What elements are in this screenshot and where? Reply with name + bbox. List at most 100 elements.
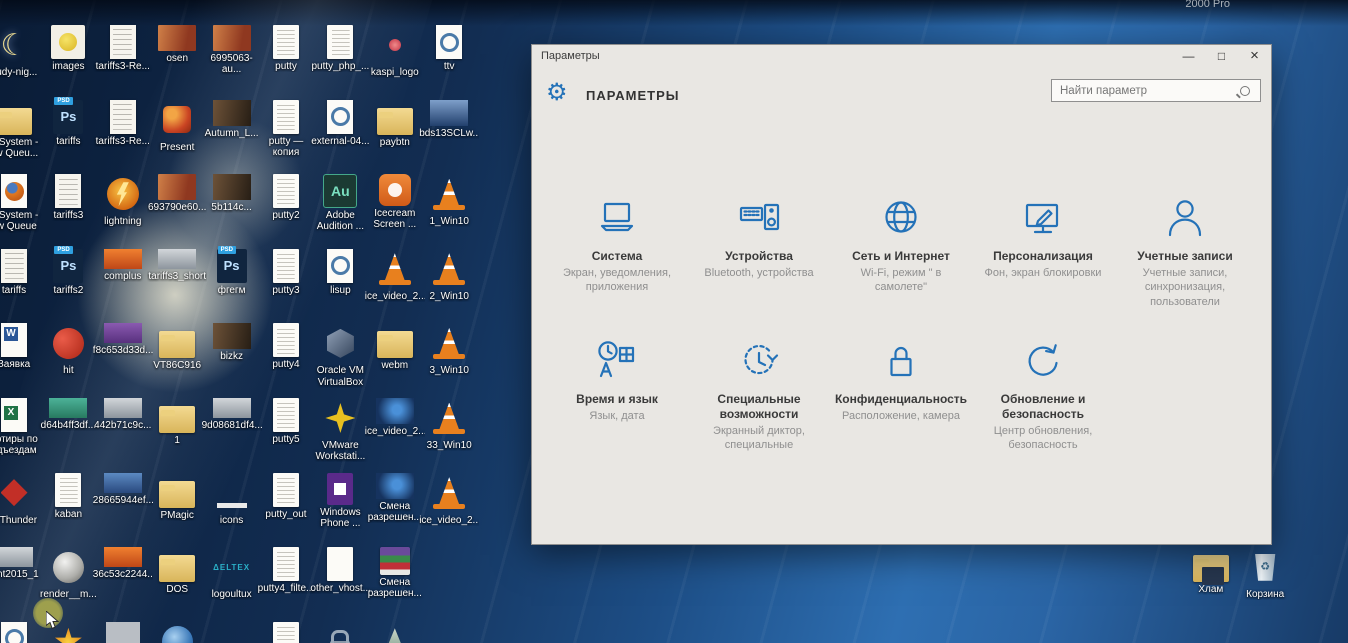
desktop-icon[interactable] xyxy=(0,622,44,643)
desktop-icon[interactable]: PMagic xyxy=(147,473,207,521)
settings-tile[interactable]: Персонализация Фон, экран блокировки xyxy=(972,195,1114,309)
desktop-icon[interactable]: 2_Win10 xyxy=(419,249,479,302)
desktop-icon[interactable]: 36c53c2244... xyxy=(93,547,153,580)
desktop-icon[interactable]: lisup xyxy=(310,249,370,296)
desktop-icon-label: kaspi_logo xyxy=(365,67,425,78)
desktop-icon[interactable]: 28665944ef... xyxy=(93,473,153,506)
desktop-icon[interactable]: tariffs xyxy=(38,100,98,147)
desktop-icon[interactable]: tariffs2 xyxy=(38,249,98,296)
desktop-icon[interactable]: Oracle VM VirtualBox xyxy=(310,323,370,387)
settings-tile[interactable]: Обновление и безопасность Центр обновлен… xyxy=(972,338,1114,453)
desktop-icon[interactable]: 3_Win10 xyxy=(419,323,479,376)
desktop-icon[interactable]: VMware Workstati... xyxy=(310,398,370,462)
desktop-icon[interactable]: icons xyxy=(202,473,262,526)
desktop-icon[interactable]: tariffs3-Re... xyxy=(93,25,153,72)
desktop-icon[interactable] xyxy=(310,622,370,643)
desktop-icon[interactable]: hit xyxy=(38,323,98,376)
desktop-icon[interactable]: f8c653d33d... xyxy=(93,323,153,356)
desktop-icon-label: Autumn_L... xyxy=(202,128,262,139)
desktop-icon[interactable]: P System - ew Queue xyxy=(0,174,44,232)
desktop-icon[interactable]: ttv xyxy=(419,25,479,72)
desktop-icon[interactable]: Autumn_L... xyxy=(202,100,262,139)
desktop-icon[interactable]: osen xyxy=(147,25,207,64)
tile-label: Учетные записи xyxy=(1137,249,1232,264)
desktop-icon[interactable]: 9d08681df4... xyxy=(202,398,262,431)
minimize-button[interactable]: — xyxy=(1172,45,1205,67)
desktop-icon[interactable]: 442b71c9c... xyxy=(93,398,153,431)
desktop-icon[interactable]: bizkz xyxy=(202,323,262,362)
settings-tile[interactable]: Устройства Bluetooth, устройства xyxy=(688,195,830,309)
desktop-icon[interactable]: VT86C916 xyxy=(147,323,207,371)
desktop-icon[interactable]: paybtn xyxy=(365,100,425,148)
desktop-icon[interactable]: putty_out xyxy=(256,473,316,520)
desktop-icon[interactable]: images xyxy=(38,25,98,72)
desktop-icon[interactable]: putty4_filte... xyxy=(256,547,316,594)
titlebar[interactable]: Параметры — □ × xyxy=(532,45,1271,67)
desktop-icon[interactable]: 1_Win10 xyxy=(419,174,479,227)
desktop-icon[interactable]: Смена разрешен... xyxy=(365,473,425,523)
desktop-icon[interactable]: 5b114c... xyxy=(202,174,262,213)
desktop-icon[interactable]: Заявка xyxy=(0,323,44,370)
search-icon[interactable] xyxy=(1240,86,1250,96)
desktop-icon[interactable]: complus xyxy=(93,249,153,282)
desktop-icon[interactable]: Корзина xyxy=(1235,547,1295,600)
desktop-icon[interactable]: putty2 xyxy=(256,174,316,221)
desktop-icon[interactable]: Windows Phone ... xyxy=(310,473,370,529)
maximize-button[interactable]: □ xyxy=(1205,45,1238,67)
desktop-icon[interactable] xyxy=(365,622,425,643)
desktop-icon[interactable]: Смена разрешен... xyxy=(365,547,425,599)
close-button[interactable]: × xyxy=(1238,45,1271,67)
search-input[interactable] xyxy=(1052,85,1240,97)
desktop-icon[interactable]: Adobe Audition ... xyxy=(310,174,370,232)
desktop-icon[interactable]: d64b4ff3df... xyxy=(38,398,98,431)
desktop-icon[interactable] xyxy=(93,622,153,643)
tile-label: Время и язык xyxy=(576,392,658,407)
desktop-icon[interactable]: external-04... xyxy=(310,100,370,147)
search-box[interactable] xyxy=(1051,79,1261,102)
desktop-icon[interactable]: P System - ew Queu... xyxy=(0,100,44,159)
desktop-icon[interactable]: Present xyxy=(147,100,207,153)
desktop-icon[interactable]: 33_Win10 xyxy=(419,398,479,451)
desktop-icon[interactable]: kaban xyxy=(38,473,98,520)
desktop-icon[interactable]: ice_video_2... xyxy=(365,249,425,302)
desktop-icon[interactable]: putty_php_... xyxy=(310,25,370,72)
desktop-icon[interactable]: kaspi_logo xyxy=(365,25,425,78)
desktop-icon[interactable]: bds13SCLw... xyxy=(419,100,479,139)
desktop-icon[interactable]: Icecream Screen ... xyxy=(365,174,425,230)
desktop-icon[interactable]: Хлам xyxy=(1181,547,1241,595)
desktop-icon-art xyxy=(429,174,469,214)
desktop-icon[interactable]: lightning xyxy=(93,174,153,227)
desktop-icon[interactable]: putty3 xyxy=(256,249,316,296)
desktop-icon[interactable]: tariffs3_short xyxy=(147,249,207,282)
desktop-icon[interactable]: tariffs3 xyxy=(38,174,98,221)
desktop-icon[interactable]: putty4 xyxy=(256,323,316,370)
desktop-icon[interactable]: blnt2015_1 xyxy=(0,547,44,580)
desktop-icon[interactable]: tariffs3-Re... xyxy=(93,100,153,147)
desktop-icon[interactable]: 693790e60... xyxy=(147,174,207,213)
desktop-icon[interactable]: logoultux xyxy=(202,547,262,600)
settings-tile[interactable]: Учетные записи Учетные записи, синхрониз… xyxy=(1114,195,1256,309)
desktop-icon[interactable]: DOS xyxy=(147,547,207,595)
desktop-icon[interactable]: webm xyxy=(365,323,425,371)
desktop-icon[interactable]: putty xyxy=(256,25,316,72)
settings-tile[interactable]: Система Экран, уведомления, приложения xyxy=(546,195,688,309)
desktop-icon[interactable]: putty — копия xyxy=(256,100,316,158)
desktop-icon[interactable] xyxy=(256,622,316,643)
desktop-icon[interactable]: фгегм xyxy=(202,249,262,296)
desktop-icon[interactable]: артиры по одъездам xyxy=(0,398,44,456)
desktop-icon[interactable]: tariffs xyxy=(0,249,44,296)
settings-tile[interactable]: Специальные возможности Экранный диктор,… xyxy=(688,338,830,453)
settings-tile[interactable]: Время и язык Язык, дата xyxy=(546,338,688,453)
desktop-icon[interactable]: ice_video_2... xyxy=(365,398,425,437)
settings-tile[interactable]: Конфиденциальность Расположение, камера xyxy=(830,338,972,453)
desktop-icon[interactable]: 1 xyxy=(147,398,207,446)
desktop-icon[interactable]: putty5 xyxy=(256,398,316,445)
settings-tile[interactable]: Сеть и Интернет Wi-Fi, режим " в самолет… xyxy=(830,195,972,309)
desktop-icon[interactable]: other_vhost... xyxy=(310,547,370,594)
desktop-icon[interactable]: oudy-nig... xyxy=(0,25,44,78)
desktop-icon[interactable]: arThunder xyxy=(0,473,44,526)
desktop-icon[interactable] xyxy=(147,622,207,643)
desktop-icon[interactable]: render__m... xyxy=(38,547,98,600)
desktop-icon[interactable]: ice_video_2... xyxy=(419,473,479,526)
desktop-icon[interactable]: 6995063-au... xyxy=(202,25,262,75)
